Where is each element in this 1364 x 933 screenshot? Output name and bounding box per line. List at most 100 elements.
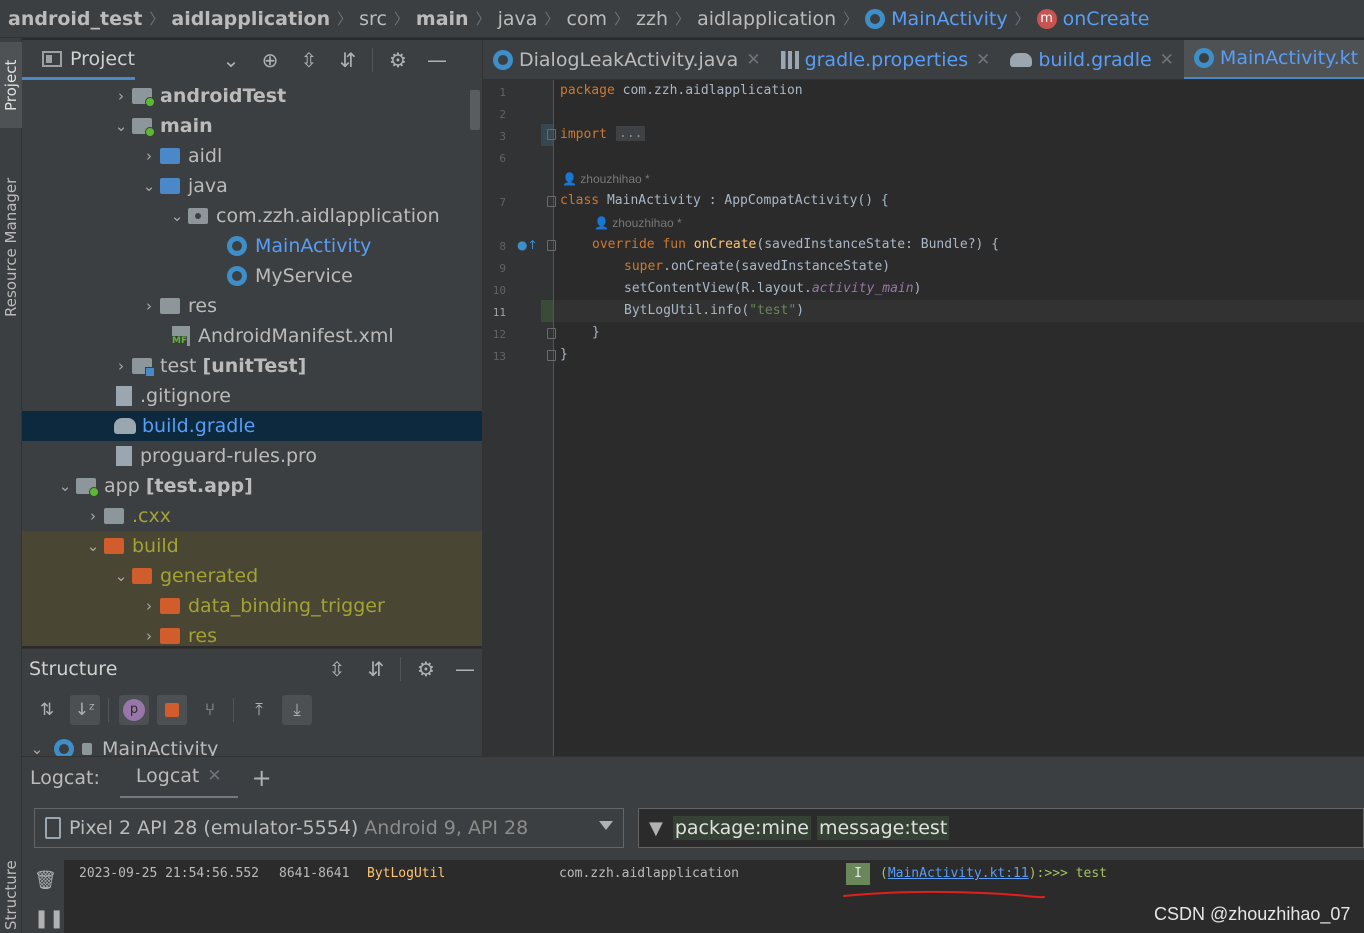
tree-item-myservice[interactable]: MyService <box>22 261 482 291</box>
structure-item-mainactivity[interactable]: ⌄ MainActivity <box>22 734 482 756</box>
tree-item-build-gradle[interactable]: build.gradle <box>22 411 482 441</box>
breadcrumb-main[interactable]: main <box>416 8 469 30</box>
editor-tab-dialogleakactivity[interactable]: DialogLeakActivity.java ✕ <box>483 40 771 79</box>
close-icon[interactable]: ✕ <box>207 766 221 786</box>
breadcrumb-project[interactable]: android_test <box>8 8 142 30</box>
close-icon[interactable]: ✕ <box>746 50 760 70</box>
fold-marker-icon[interactable] <box>547 196 556 207</box>
chevron-down-icon[interactable]: ⌄ <box>217 46 245 74</box>
tree-item-app[interactable]: ⌄ app [test.app] <box>22 471 482 501</box>
trash-icon[interactable]: 🗑 <box>34 870 57 891</box>
minimize-icon[interactable]: — <box>423 46 451 74</box>
folder-icon <box>160 148 180 164</box>
chevron-down-icon[interactable]: ⌄ <box>110 567 132 585</box>
logcat-tab[interactable]: Logcat ✕ <box>119 757 238 799</box>
breadcrumb-class[interactable]: MainActivity <box>891 8 1007 30</box>
chevron-down-icon[interactable]: ⌄ <box>166 207 188 225</box>
breadcrumb-module[interactable]: aidlapplication <box>171 8 330 30</box>
log-source-link[interactable]: MainActivity.kt:11 <box>888 866 1029 881</box>
properties-icon[interactable]: p <box>119 695 149 725</box>
fold-marker-icon[interactable] <box>547 350 556 361</box>
gear-icon[interactable]: ⚙ <box>384 46 412 74</box>
chevron-down-icon[interactable]: ⌄ <box>138 177 160 195</box>
lock-icon[interactable] <box>157 695 187 725</box>
gear-icon[interactable]: ⚙ <box>412 655 440 683</box>
tree-item-aidl[interactable]: › aidl <box>22 141 482 171</box>
expand-all-icon[interactable]: ⇳ <box>295 46 323 74</box>
tree-item-data-binding-trigger[interactable]: › data_binding_trigger <box>22 591 482 621</box>
tree-item-mainactivity[interactable]: MainActivity <box>22 231 482 261</box>
device-selector[interactable]: Pixel 2 API 28 (emulator-5554) Android 9… <box>34 808 624 848</box>
device-name: Pixel 2 API 28 (emulator-5554) <box>69 817 359 839</box>
tree-item-androidtest[interactable]: › androidTest <box>22 81 482 111</box>
structure-tool-tab[interactable]: Structure <box>0 858 22 933</box>
chevron-right-icon[interactable]: › <box>110 87 132 105</box>
resource-manager-tool-tab[interactable]: Resource Manager <box>0 160 22 335</box>
tree-item-package[interactable]: ⌄ com.zzh.aidlapplication <box>22 201 482 231</box>
filter-icon[interactable]: ▼ <box>649 818 663 839</box>
chevron-right-icon[interactable]: › <box>82 507 104 525</box>
chevron-down-icon[interactable]: ⌄ <box>54 477 76 495</box>
fold-marker-icon[interactable] <box>547 129 556 140</box>
chevron-right-icon[interactable]: › <box>138 597 160 615</box>
tree-item-res[interactable]: › res <box>22 291 482 321</box>
project-tool-tab[interactable]: Project <box>0 42 22 128</box>
plus-icon[interactable]: + <box>252 764 272 792</box>
properties-badge: p <box>123 699 145 721</box>
chevron-down-icon[interactable]: ⌄ <box>110 117 132 135</box>
tree-item-test[interactable]: › test [unitTest] <box>22 351 482 381</box>
breadcrumb-com[interactable]: com <box>566 8 607 30</box>
editor-tab-mainactivity[interactable]: MainActivity.kt✕ <box>1183 40 1364 79</box>
tree-item-generated-res[interactable]: › res <box>22 621 482 646</box>
tree-scrollbar[interactable] <box>470 90 480 130</box>
pause-icon[interactable]: ❚❚ <box>34 908 64 929</box>
close-icon[interactable]: ✕ <box>976 50 990 70</box>
collapse-icon[interactable]: ⤓ <box>282 695 312 725</box>
chevron-down-icon[interactable]: ⌄ <box>82 537 104 555</box>
tree-item-cxx[interactable]: › .cxx <box>22 501 482 531</box>
collapse-all-icon[interactable]: ⇵ <box>362 655 390 683</box>
source-folder-icon <box>132 118 155 137</box>
breadcrumb-package[interactable]: aidlapplication <box>697 8 836 30</box>
close-icon[interactable]: ✕ <box>1160 50 1174 70</box>
line-number: 11 <box>492 306 506 319</box>
tree-item-generated[interactable]: ⌄ generated <box>22 561 482 591</box>
collapse-all-icon[interactable]: ⇵ <box>334 46 362 74</box>
chevron-right-icon[interactable]: › <box>138 627 160 645</box>
editor-gutter[interactable] <box>482 80 554 756</box>
logcat-filter-input[interactable]: ▼ package:mine message:test <box>638 808 1364 848</box>
tree-item-java[interactable]: ⌄ java <box>22 171 482 201</box>
override-method-icon[interactable]: ●↑ <box>517 238 538 252</box>
editor-tab-build-gradle[interactable]: build.gradle ✕ <box>1000 40 1184 79</box>
inherited-icon[interactable]: ⑂ <box>195 695 225 725</box>
chevron-down-icon[interactable]: ⌄ <box>26 740 48 756</box>
code-editor[interactable] <box>554 80 1364 756</box>
chevron-down-icon[interactable] <box>599 821 613 830</box>
fold-marker-icon[interactable] <box>547 328 556 339</box>
chevron-right-icon[interactable]: › <box>110 357 132 375</box>
minimize-icon[interactable]: — <box>451 655 479 683</box>
folded-imports[interactable]: ... <box>616 126 646 141</box>
filter-token: message:test <box>816 816 950 840</box>
sort-alpha-icon[interactable]: ↓ᶻ <box>70 695 100 725</box>
chevron-right-icon[interactable]: › <box>138 147 160 165</box>
crosshair-icon[interactable]: ⊕ <box>256 46 284 74</box>
tree-item-manifest[interactable]: AndroidManifest.xml <box>22 321 482 351</box>
breadcrumb-src[interactable]: src <box>359 8 387 30</box>
editor-tab-gradle-properties[interactable]: gradle.properties ✕ <box>771 40 1001 79</box>
project-view-selector[interactable]: Project <box>22 40 136 80</box>
expand-all-icon[interactable]: ⇳ <box>323 655 351 683</box>
tree-item-proguard[interactable]: proguard-rules.pro <box>22 441 482 471</box>
breadcrumb-method[interactable]: onCreate <box>1063 8 1150 30</box>
breadcrumb-java[interactable]: java <box>498 8 538 30</box>
code-line-13: } <box>560 347 568 362</box>
fold-marker-icon[interactable] <box>547 240 556 251</box>
structure-tree: ⌄ MainActivity <box>22 732 482 756</box>
expand-icon[interactable]: ⤒ <box>244 695 274 725</box>
sort-visibility-icon[interactable]: ⇅ <box>32 695 62 725</box>
chevron-right-icon[interactable]: › <box>138 297 160 315</box>
tree-item-main[interactable]: ⌄ main <box>22 111 482 141</box>
breadcrumb-zzh[interactable]: zzh <box>636 8 668 30</box>
tree-item-build[interactable]: ⌄ build <box>22 531 482 561</box>
tree-item-gitignore[interactable]: .gitignore <box>22 381 482 411</box>
